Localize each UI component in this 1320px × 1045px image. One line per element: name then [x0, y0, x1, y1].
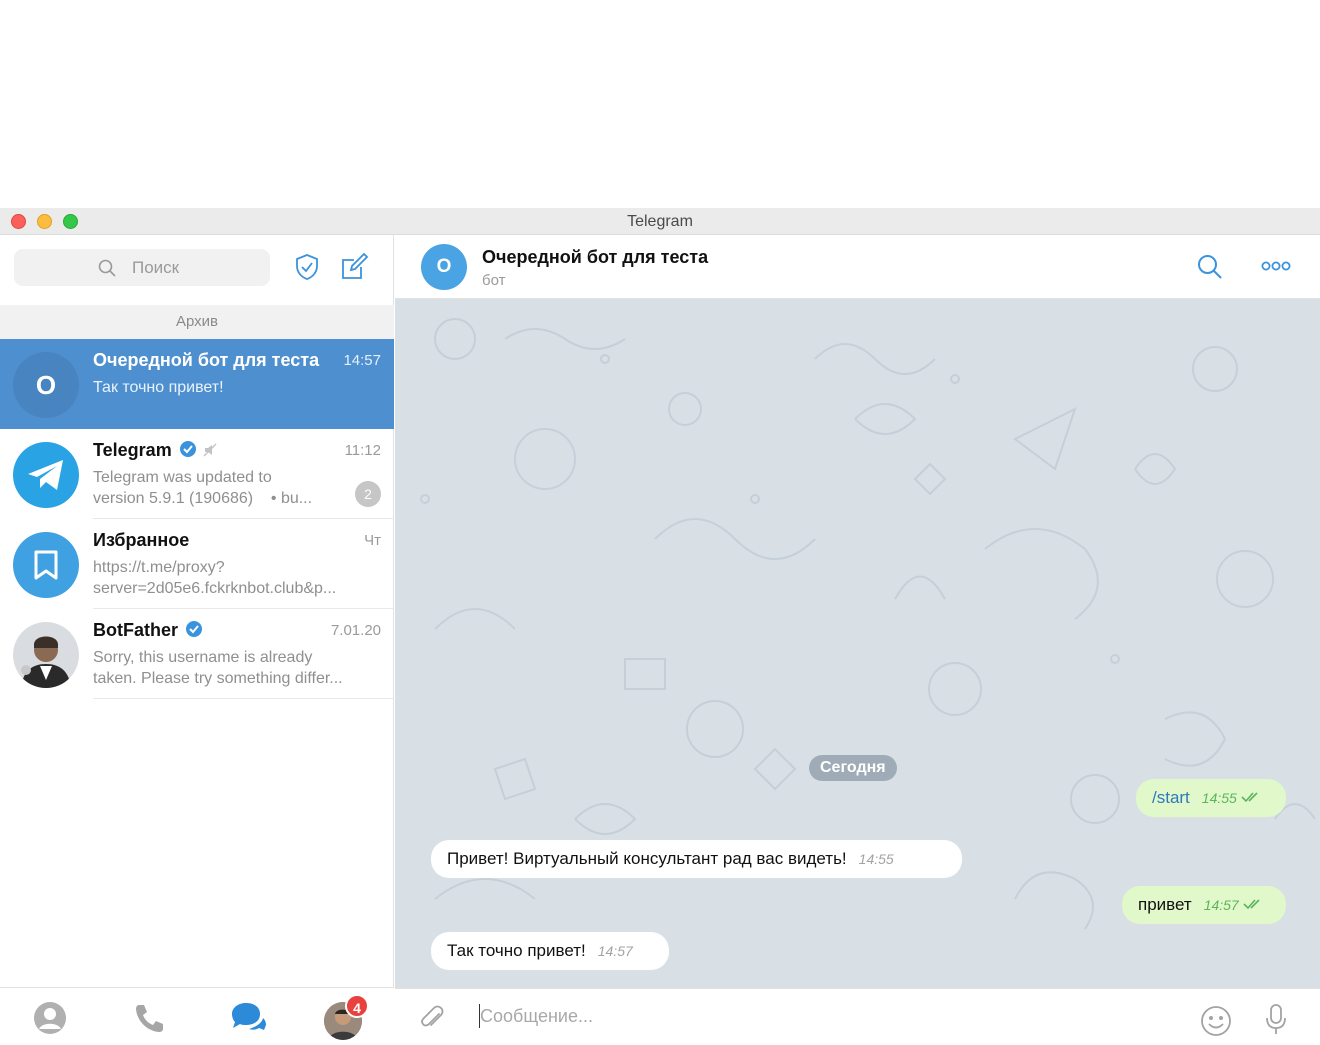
chat-list-sidebar: Поиск Архив О Очередной бот для теста 14…	[0, 235, 394, 1045]
avatar: О	[13, 352, 79, 418]
chat-preview-line: Sorry, this username is already	[93, 649, 313, 666]
conversation-pane: О Очередной бот для теста бот Сегодня /s…	[395, 235, 1320, 1045]
chat-list-item-bot[interactable]: О Очередной бот для теста 14:57 Так точн…	[0, 339, 394, 429]
chat-list-item-saved[interactable]: Избранное Чт https://t.me/proxy? server=…	[0, 519, 394, 609]
window-title: Telegram	[627, 213, 693, 230]
message-input[interactable]: Сообщение...	[480, 1006, 593, 1027]
search-icon[interactable]	[1197, 254, 1223, 280]
conversation-subtitle: бот	[482, 272, 506, 289]
telegram-logo-avatar	[13, 442, 79, 508]
chat-list-item-telegram[interactable]: Telegram 11:12 Telegram was updated to v…	[0, 429, 394, 519]
message-outgoing[interactable]: /start 14:55	[1136, 779, 1286, 817]
message-history[interactable]: Сегодня /start 14:55 Привет! Виртуальный …	[395, 299, 1320, 988]
message-text[interactable]: /start	[1152, 788, 1190, 807]
message-text: Привет! Виртуальный консультант рад вас …	[447, 849, 847, 868]
search-placeholder: Поиск	[132, 258, 180, 277]
chat-preview-line: version 5.9.1 (190686) • bu...	[93, 488, 378, 509]
chat-name: Telegram	[93, 440, 218, 461]
chat-preview-text: version 5.9.1 (190686)	[93, 490, 254, 507]
paper-plane-icon	[28, 460, 63, 490]
message-text: Так точно привет!	[447, 941, 586, 960]
chat-preview-line: taken. Please try something differ...	[93, 670, 343, 687]
read-checkmarks-icon	[1243, 899, 1260, 910]
message-time: 14:55	[1202, 790, 1261, 806]
chat-preview: Так точно привет!	[93, 379, 224, 396]
chat-preview-more: • bu...	[270, 490, 313, 507]
botfather-avatar	[13, 622, 79, 688]
chat-list-item-botfather[interactable]: BotFather 7.01.20 Sorry, this username i…	[0, 609, 394, 699]
divider	[93, 698, 394, 699]
message-text: привет	[1138, 895, 1192, 914]
search-input[interactable]: Поиск	[14, 249, 270, 286]
chat-preview: Telegram was updated to version 5.9.1 (1…	[93, 467, 378, 509]
emoji-icon[interactable]	[1200, 1005, 1232, 1037]
chat-background-pattern	[420, 318, 1316, 930]
attach-icon[interactable]	[419, 1005, 447, 1033]
message-outgoing[interactable]: привет 14:57	[1122, 886, 1286, 924]
message-time-text: 14:57	[1203, 897, 1239, 913]
chat-time: 7.01.20	[330, 622, 381, 639]
chat-name: Избранное	[93, 530, 190, 550]
contacts-icon[interactable]	[32, 1000, 68, 1036]
search-icon	[98, 259, 116, 277]
verified-icon	[186, 621, 203, 637]
more-options-icon[interactable]	[1261, 259, 1291, 273]
conversation-title[interactable]: Очередной бот для теста	[482, 247, 708, 268]
message-composer: Сообщение...	[395, 988, 1320, 1045]
saved-messages-avatar	[13, 532, 79, 598]
title-bar: Telegram	[0, 208, 1320, 235]
chat-preview: Sorry, this username is already taken. P…	[93, 647, 378, 689]
muted-icon	[203, 443, 217, 457]
sidebar-header: Поиск	[0, 235, 394, 300]
shield-icon[interactable]	[292, 252, 322, 282]
message-time: 14:57	[1204, 897, 1263, 913]
bookmark-icon	[34, 550, 58, 580]
conversation-header: О Очередной бот для теста бот	[395, 235, 1320, 299]
message-incoming[interactable]: Так точно привет! 14:57	[431, 932, 669, 970]
notification-badge: 4	[345, 994, 369, 1018]
chat-preview-line: https://t.me/proxy?	[93, 559, 225, 576]
message-incoming[interactable]: Привет! Виртуальный консультант рад вас …	[431, 840, 962, 878]
chat-name: BotFather	[93, 620, 203, 641]
sidebar-footer-tabs: 4	[0, 987, 394, 1045]
chat-name-text: BotFather	[93, 620, 178, 640]
compose-icon[interactable]	[339, 252, 369, 282]
botfather-portrait-icon	[13, 622, 79, 688]
archive-row[interactable]: Архив	[0, 305, 394, 339]
microphone-icon[interactable]	[1264, 1003, 1288, 1037]
verified-icon	[179, 441, 196, 457]
read-checkmarks-icon	[1241, 792, 1258, 803]
calls-icon[interactable]	[131, 1000, 167, 1036]
message-time: 14:57	[597, 943, 633, 959]
chat-name: Очередной бот для теста	[93, 350, 320, 370]
telegram-window: Telegram Поиск Архив О Очередной бот для…	[0, 208, 1320, 1045]
message-time-text: 14:55	[1201, 790, 1237, 806]
message-time: 14:55	[858, 851, 894, 867]
conversation-avatar[interactable]: О	[421, 244, 467, 290]
date-separator: Сегодня	[809, 755, 897, 781]
chat-name-text: Telegram	[93, 440, 172, 460]
chat-preview: https://t.me/proxy? server=2d05e6.fckrkn…	[93, 557, 378, 599]
chat-time: 14:57	[343, 352, 381, 369]
chats-icon[interactable]	[228, 1000, 268, 1036]
chat-time: Чт	[364, 532, 381, 549]
chat-preview-line: server=2d05e6.fckrknbot.club&p...	[93, 580, 337, 597]
unread-badge: 2	[355, 481, 381, 507]
chat-time: 11:12	[344, 442, 381, 459]
chat-preview-line: Telegram was updated to	[93, 469, 272, 486]
